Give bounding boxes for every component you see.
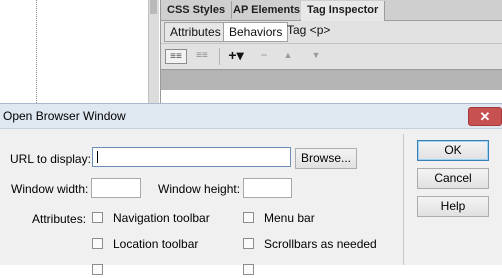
tag-inspector-panel: CSS Styles AP Elements Tag Inspector Att… bbox=[160, 0, 502, 103]
panel-tab-bar: CSS Styles AP Elements Tag Inspector bbox=[161, 0, 502, 21]
text-cursor bbox=[97, 151, 98, 163]
attributes-label: Attributes: bbox=[32, 212, 87, 226]
dialog-divider bbox=[403, 134, 404, 265]
checkbox-box[interactable] bbox=[243, 212, 254, 223]
move-up-icon[interactable]: ▲ bbox=[281, 49, 295, 62]
tab-css-styles[interactable]: CSS Styles bbox=[161, 1, 233, 19]
tab-tag-inspector[interactable]: Tag Inspector bbox=[301, 1, 386, 21]
toolbar-separator bbox=[219, 48, 220, 65]
checkbox-box[interactable] bbox=[92, 212, 103, 223]
document-guide-line bbox=[36, 0, 37, 103]
checkbox-box[interactable] bbox=[92, 264, 103, 275]
subtab-attributes[interactable]: Attributes bbox=[164, 22, 227, 42]
behaviors-toolbar: ≡≡ ≡≡ +▾ − ▲ ▼ bbox=[161, 43, 502, 69]
close-icon: ✕ bbox=[479, 109, 491, 124]
document-scroll-thumb[interactable] bbox=[150, 0, 157, 14]
show-all-events-icon[interactable]: ≡≡ bbox=[193, 49, 211, 62]
help-button[interactable]: Help bbox=[417, 196, 489, 217]
checkbox-label: Navigation toolbar bbox=[113, 211, 210, 225]
dialog-titlebar[interactable]: Open Browser Window ✕ bbox=[0, 104, 502, 129]
checkbox-label: Scrollbars as needed bbox=[264, 237, 377, 251]
window-width-label: Window width: bbox=[11, 182, 89, 196]
close-button[interactable]: ✕ bbox=[468, 107, 502, 126]
show-set-events-icon[interactable]: ≡≡ bbox=[165, 49, 187, 64]
cancel-button[interactable]: Cancel bbox=[417, 168, 489, 189]
window-height-label: Window height: bbox=[158, 182, 241, 196]
behaviors-grid-header bbox=[161, 69, 502, 90]
checkbox-label: Menu bar bbox=[264, 211, 315, 225]
tab-ap-elements[interactable]: AP Elements bbox=[227, 1, 308, 19]
inspector-subtab-bar: Attributes Behaviors Tag <p> bbox=[161, 21, 502, 43]
behaviors-grid[interactable] bbox=[161, 90, 502, 103]
remove-behavior-icon[interactable]: − bbox=[257, 49, 271, 62]
dialog-title: Open Browser Window bbox=[3, 109, 126, 123]
browse-button[interactable]: Browse... bbox=[295, 148, 357, 169]
checkbox-box[interactable] bbox=[243, 238, 254, 249]
move-down-icon[interactable]: ▼ bbox=[309, 49, 323, 62]
checkbox-label: Location toolbar bbox=[113, 237, 199, 251]
document-editor-area[interactable] bbox=[0, 0, 160, 103]
checkbox-box[interactable] bbox=[243, 264, 254, 275]
url-label: URL to display: bbox=[10, 152, 91, 166]
add-behavior-icon[interactable]: +▾ bbox=[227, 48, 245, 62]
open-browser-window-dialog: Open Browser Window ✕ URL to display: Br… bbox=[0, 103, 502, 275]
ok-button[interactable]: OK bbox=[417, 140, 489, 161]
checkbox-box[interactable] bbox=[92, 238, 103, 249]
current-tag-label: Tag <p> bbox=[287, 23, 331, 37]
url-input[interactable] bbox=[92, 147, 291, 167]
subtab-behaviors[interactable]: Behaviors bbox=[223, 22, 289, 42]
window-width-input[interactable] bbox=[91, 178, 141, 198]
document-vertical-scrollbar[interactable] bbox=[148, 0, 159, 103]
window-height-input[interactable] bbox=[243, 178, 292, 198]
